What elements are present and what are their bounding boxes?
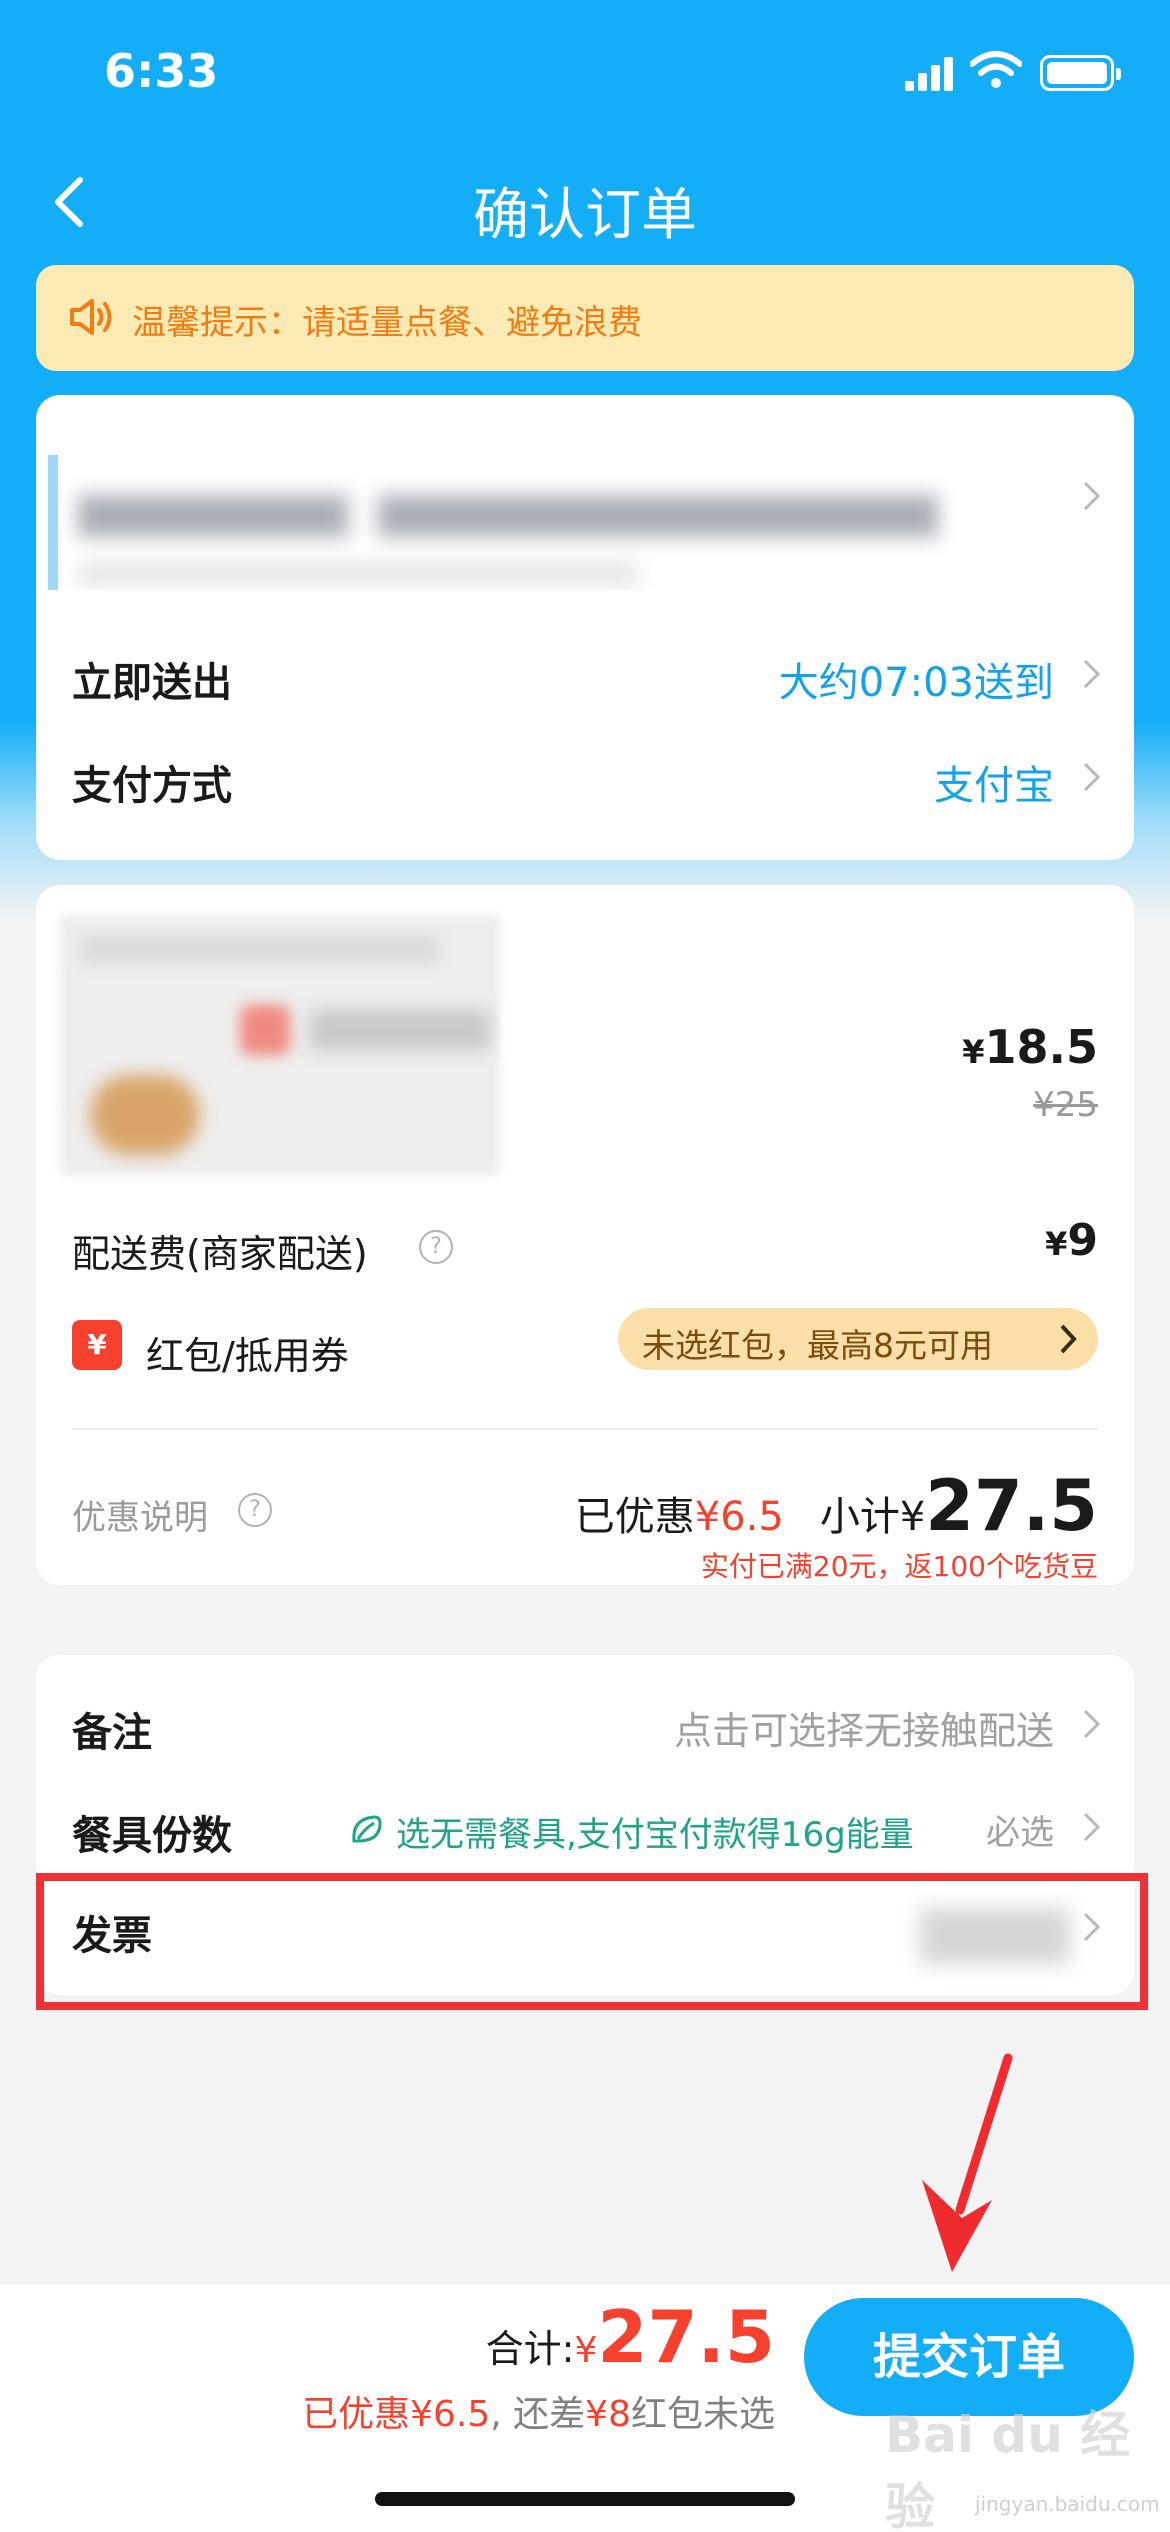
question-icon[interactable]: ?	[238, 1493, 272, 1527]
tip-banner: 温馨提示：请适量点餐、避免浪费	[36, 265, 1134, 371]
payment-method-label: 支付方式	[72, 763, 232, 809]
watermark-url: jingyan.baidu.com	[975, 2492, 1160, 2516]
red-packet-pill-text: 未选红包，最高8元可用	[642, 1326, 993, 1365]
tableware-promo: 选无需餐具,支付宝付款得16g能量	[396, 1815, 914, 1855]
delivery-fee-value: ¥9	[1045, 1215, 1098, 1266]
delivery-time-label: 立即送出	[72, 660, 232, 706]
cashback-note: 实付已满20元，返100个吃货豆	[700, 1550, 1098, 1583]
discount-description-label: 优惠说明	[72, 1498, 208, 1538]
question-icon[interactable]: ?	[419, 1230, 453, 1264]
delivery-time-value[interactable]: 大约07:03送到	[779, 650, 1054, 708]
delivery-card: 立即送出 大约07:03送到 支付方式 支付宝	[36, 395, 1134, 860]
tableware-label: 餐具份数	[72, 1813, 232, 1859]
tableware-chevron-right-icon	[1083, 1812, 1101, 1842]
annotation-arrow-icon	[922, 2053, 1013, 2272]
delivery-time-chevron-right-icon	[1083, 659, 1101, 689]
signal-icon	[905, 55, 953, 91]
battery-icon	[1040, 55, 1121, 91]
order-card: ¥18.5 ¥25 配送费(商家配送) ? ¥9 ¥ 红包/抵用券 未选红包，最…	[36, 885, 1134, 1585]
remark-chevron-right-icon	[1083, 1709, 1101, 1739]
wifi-icon	[970, 51, 1022, 88]
chevron-right-icon	[1060, 1324, 1077, 1354]
invoice-highlight-box	[36, 1873, 1148, 2010]
address-blurred[interactable]	[48, 455, 958, 590]
nav-bar: 确认订单	[0, 150, 1170, 260]
remark-hint[interactable]: 点击可选择无接触配送	[674, 1700, 1054, 1755]
address-chevron-right-icon	[1083, 481, 1101, 511]
red-packet-icon: ¥	[72, 1320, 122, 1370]
tableware-required[interactable]: 必选	[986, 1805, 1054, 1854]
item-price: ¥18.5	[962, 1020, 1098, 1074]
home-indicator[interactable]	[375, 2492, 795, 2506]
payment-method-value[interactable]: 支付宝	[934, 753, 1054, 811]
order-total: 合计:¥27.5	[485, 2295, 775, 2379]
remark-label: 备注	[72, 1710, 152, 1756]
leaf-icon	[352, 1815, 382, 1843]
payment-chevron-right-icon	[1083, 762, 1101, 792]
red-packet-label: 红包/抵用券	[146, 1334, 349, 1378]
total-discount-note: 已优惠¥6.5, 还差¥8红包未选	[302, 2394, 775, 2435]
food-item-blurred	[60, 915, 500, 1175]
status-time: 6:33	[104, 44, 219, 98]
speaker-icon	[70, 299, 112, 335]
item-original-price: ¥25	[1033, 1085, 1098, 1125]
red-packet-select-pill[interactable]: 未选红包，最高8元可用	[618, 1308, 1098, 1370]
delivery-fee-label: 配送费(商家配送)	[72, 1232, 368, 1276]
tip-text: 温馨提示：请适量点餐、避免浪费	[132, 303, 642, 343]
divider	[72, 1428, 1098, 1430]
subtotal-line: 已优惠¥6.5 小计¥27.5	[574, 1465, 1098, 1547]
page-title: 确认订单	[473, 183, 697, 248]
status-bar: 6:33	[0, 0, 1170, 150]
